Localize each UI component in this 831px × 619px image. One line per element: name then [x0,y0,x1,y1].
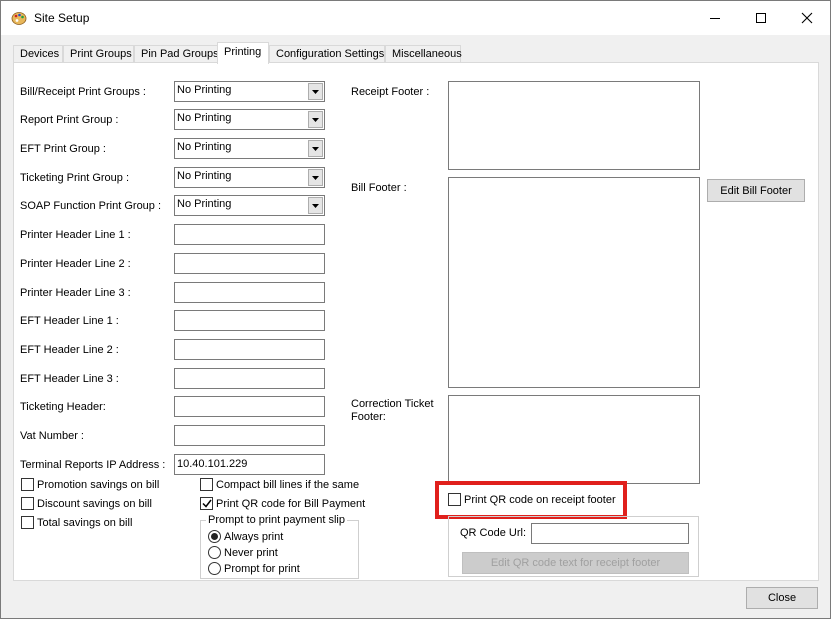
checkbox-box[interactable] [200,497,213,510]
checkbox-box[interactable] [21,478,34,491]
site-setup-window: Site Setup Devices Print Groups Pin Pad … [0,0,831,619]
maximize-button[interactable] [738,1,784,35]
qr-code-url-label: QR Code Url: [460,527,527,539]
soap-function-print-group-select[interactable]: No Printing [174,195,325,216]
eft-header-line-3-label: EFT Header Line 3 : [20,373,119,385]
total-savings-checkbox[interactable]: Total savings on bill [21,516,132,529]
report-print-group-label: Report Print Group : [20,114,119,126]
radio-always-print[interactable]: Always print [208,530,283,543]
window-title: Site Setup [34,11,90,25]
chevron-down-icon[interactable] [308,83,323,100]
promotion-savings-checkbox[interactable]: Promotion savings on bill [21,478,159,491]
minimize-icon [710,17,720,19]
printer-header-line-1-input[interactable] [174,224,325,245]
checkbox-box[interactable] [448,493,461,506]
terminal-reports-ip-label: Terminal Reports IP Address : [20,459,166,471]
radio-prompt-for-print[interactable]: Prompt for print [208,562,300,575]
qr-code-url-input[interactable] [531,523,689,544]
close-button[interactable]: Close [746,587,818,609]
checkbox-box[interactable] [21,516,34,529]
select-value: No Printing [177,84,232,96]
bill-footer-textarea[interactable] [448,177,700,388]
tab-label: Printing [224,46,262,58]
tab-printing[interactable]: Printing [217,42,269,64]
checkbox-box[interactable] [200,478,213,491]
bill-receipt-print-groups-select[interactable]: No Printing [174,81,325,102]
eft-print-group-label: EFT Print Group : [20,143,106,155]
receipt-footer-textarea[interactable] [448,81,700,170]
eft-print-group-select[interactable]: No Printing [174,138,325,159]
payment-slip-group: Prompt to print payment slip Always prin… [200,514,359,579]
bill-footer-label: Bill Footer : [351,182,407,194]
edit-bill-footer-button[interactable]: Edit Bill Footer [707,179,805,202]
chevron-down-icon[interactable] [308,111,323,128]
print-qr-bill-payment-checkbox[interactable]: Print QR code for Bill Payment [200,497,365,510]
soap-function-print-group-label: SOAP Function Print Group : [20,200,162,212]
select-value: No Printing [177,170,232,182]
printer-header-line-1-label: Printer Header Line 1 : [20,229,131,241]
ticketing-header-label: Ticketing Header: [20,401,106,413]
correction-ticket-footer-label-line2: Footer: [351,411,386,423]
eft-header-line-2-input[interactable] [174,339,325,360]
printer-header-line-2-label: Printer Header Line 2 : [20,258,131,270]
checkbox-box[interactable] [21,497,34,510]
radio-label: Never print [224,546,278,559]
compact-bill-lines-checkbox[interactable]: Compact bill lines if the same [200,478,359,491]
radio-label: Prompt for print [224,562,300,575]
maximize-icon [756,13,766,23]
printer-header-line-3-input[interactable] [174,282,325,303]
vat-number-input[interactable] [174,425,325,446]
receipt-footer-label: Receipt Footer : [351,86,430,98]
printer-header-line-3-label: Printer Header Line 3 : [20,287,131,299]
ticketing-print-group-label: Ticketing Print Group : [20,172,130,184]
chevron-down-icon[interactable] [308,197,323,214]
eft-header-line-2-label: EFT Header Line 2 : [20,344,119,356]
ticketing-header-input[interactable] [174,396,325,417]
eft-header-line-1-input[interactable] [174,310,325,331]
printer-header-line-2-input[interactable] [174,253,325,274]
close-window-button[interactable] [784,1,830,35]
checkbox-label: Print QR code for Bill Payment [216,497,366,510]
chevron-down-icon[interactable] [308,140,323,157]
radio-button[interactable] [208,562,221,575]
tab-label: Pin Pad Groups [141,48,219,60]
tab-label: Print Groups [70,48,132,60]
discount-savings-checkbox[interactable]: Discount savings on bill [21,497,152,510]
checkbox-label: Discount savings on bill [37,497,152,510]
checkbox-label: Promotion savings on bill [37,478,160,491]
minimize-button[interactable] [692,1,738,35]
palette-icon [11,10,27,26]
select-value: No Printing [177,112,232,124]
select-value: No Printing [177,198,232,210]
checkbox-label: Compact bill lines if the same [216,478,360,491]
select-value: No Printing [177,141,232,153]
radio-label: Always print [224,530,284,543]
tab-label: Devices [20,48,60,60]
ticketing-print-group-select[interactable]: No Printing [174,167,325,188]
eft-header-line-3-input[interactable] [174,368,325,389]
title-bar: Site Setup [1,1,830,35]
radio-button[interactable] [208,546,221,559]
qr-code-group: QR Code Url: Edit QR code text for recei… [448,516,699,577]
checkmark-icon [201,499,212,508]
report-print-group-select[interactable]: No Printing [174,109,325,130]
eft-header-line-1-label: EFT Header Line 1 : [20,315,119,327]
tab-label: Configuration Settings [276,48,385,60]
printing-panel: Bill/Receipt Print Groups : No Printing … [13,62,819,581]
close-icon [801,12,813,24]
radio-button[interactable] [208,530,221,543]
payment-slip-title: Prompt to print payment slip [206,514,347,526]
correction-ticket-footer-label-line1: Correction Ticket [351,398,434,410]
tab-label: Miscellaneous [392,48,462,60]
correction-ticket-footer-textarea[interactable] [448,395,700,484]
vat-number-label: Vat Number : [20,430,84,442]
terminal-reports-ip-input[interactable]: 10.40.101.229 [174,454,325,475]
chevron-down-icon[interactable] [308,169,323,186]
radio-never-print[interactable]: Never print [208,546,278,559]
bill-receipt-print-groups-label: Bill/Receipt Print Groups : [20,86,146,98]
print-qr-receipt-footer-checkbox[interactable]: Print QR code on receipt footer [448,493,616,506]
edit-qr-code-text-button[interactable]: Edit QR code text for receipt footer [462,552,689,574]
checkbox-label: Print QR code on receipt footer [464,493,616,506]
checkbox-label: Total savings on bill [37,516,133,529]
